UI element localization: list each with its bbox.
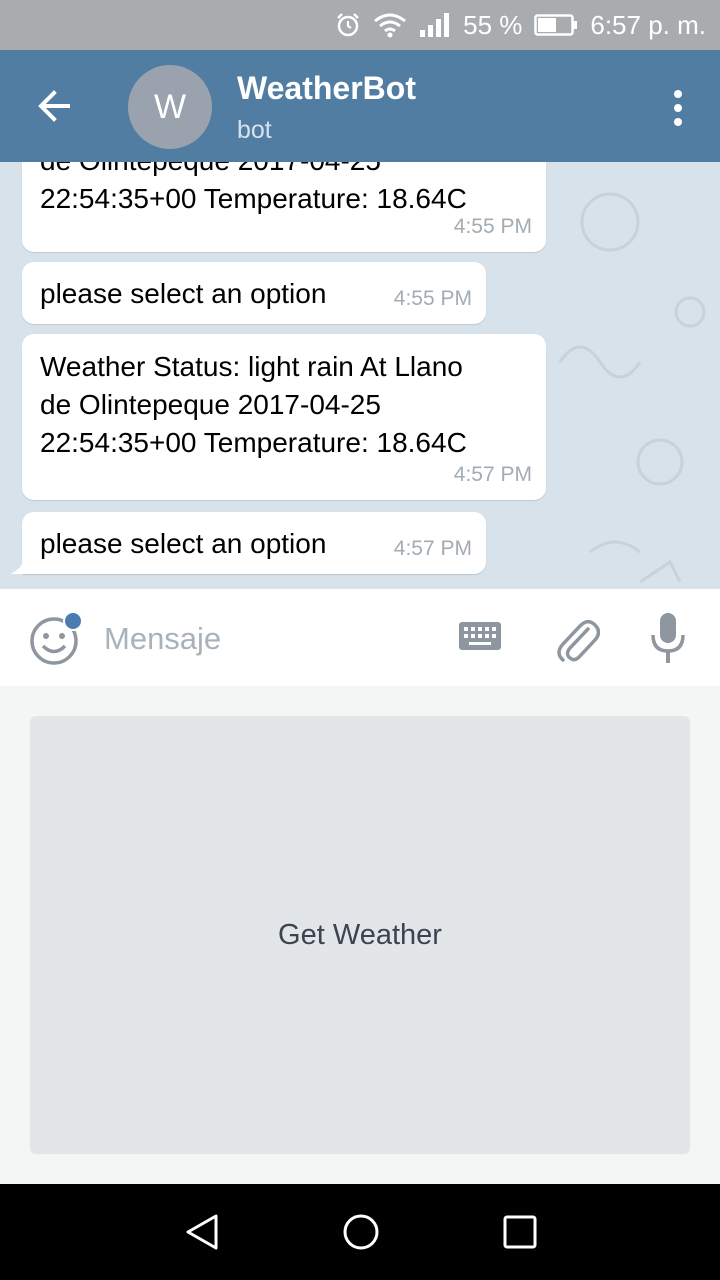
message-input[interactable]: Mensaje (104, 621, 221, 657)
notification-dot (63, 611, 83, 631)
message-line: de Olintepeque 2017-04-25 (40, 389, 381, 420)
get-weather-button[interactable]: Get Weather (30, 716, 690, 1154)
message-bubble[interactable]: please select an option 4:55 PM (22, 262, 486, 324)
nav-home-icon[interactable] (341, 1212, 381, 1252)
message-time: 4:55 PM (453, 215, 532, 238)
back-arrow-icon[interactable] (28, 80, 80, 132)
status-time: 6:57 p. m. (590, 9, 706, 40)
message-bubble[interactable]: de Olintepeque 2017-04-25 22:54:35+00 Te… (22, 162, 546, 252)
more-options-icon[interactable] (666, 88, 690, 128)
bot-keyboard: Get Weather (0, 686, 720, 1184)
signal-icon (420, 13, 450, 37)
battery-percent: 55 % (463, 9, 523, 40)
chat-subtitle: bot (237, 116, 272, 144)
message-time: 4:55 PM (393, 287, 472, 310)
message-time: 4:57 PM (453, 463, 532, 486)
message-bubble[interactable]: Weather Status: light rain At Llano de O… (22, 334, 546, 500)
message-bubble[interactable]: please select an option 4:57 PM (22, 512, 486, 574)
message-time: 4:57 PM (393, 537, 472, 560)
attach-icon[interactable] (552, 611, 600, 665)
navigation-bar (0, 1184, 720, 1280)
nav-back-icon[interactable] (182, 1212, 222, 1252)
nav-recent-apps-icon[interactable] (502, 1214, 538, 1250)
status-bar: 55 % 6:57 p. m. (0, 0, 720, 50)
message-line: Weather Status: light rain At Llano (40, 351, 463, 382)
avatar[interactable]: W (128, 65, 212, 149)
chat-title[interactable]: WeatherBot (237, 70, 416, 107)
bubble-tail (10, 560, 24, 574)
alarm-icon (337, 13, 359, 37)
message-line: de Olintepeque 2017-04-25 (40, 162, 528, 180)
message-composer: Mensaje (0, 588, 720, 687)
avatar-letter: W (153, 87, 187, 126)
battery-icon (534, 14, 578, 36)
message-list[interactable]: de Olintepeque 2017-04-25 22:54:35+00 Te… (0, 162, 720, 588)
keyboard-icon[interactable] (458, 621, 502, 651)
wifi-icon (374, 13, 407, 38)
chat-header: W WeatherBot bot (0, 50, 720, 162)
microphone-icon[interactable] (650, 611, 686, 665)
